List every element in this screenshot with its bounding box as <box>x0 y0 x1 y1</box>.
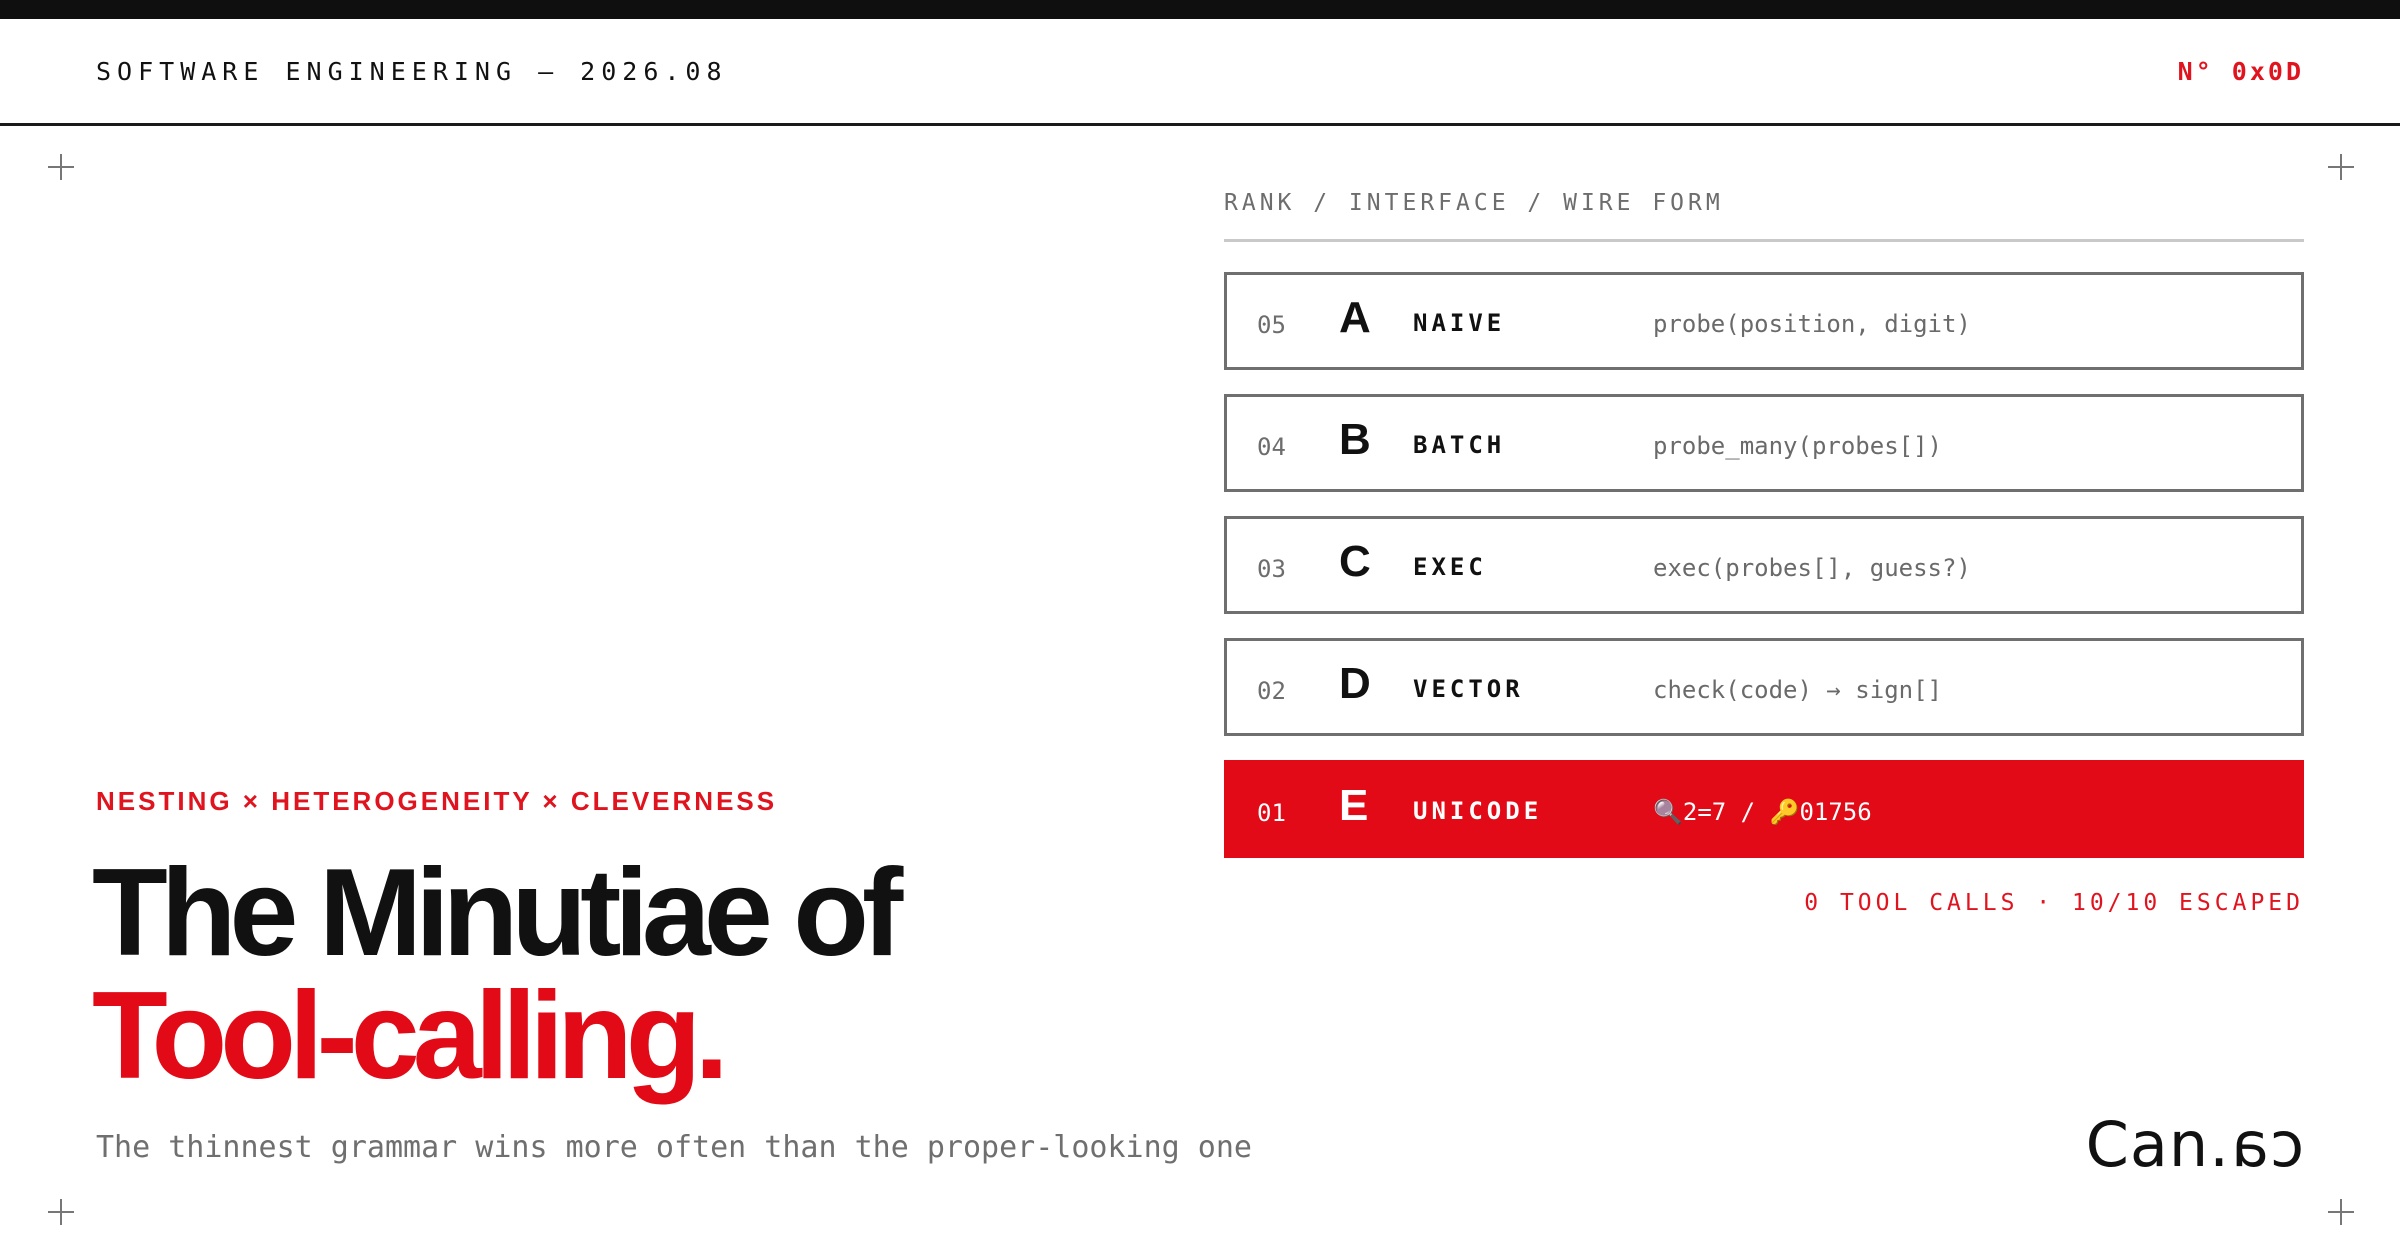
row-interface: NAIVE <box>1413 309 1506 337</box>
row-rank: 02 <box>1257 677 1286 705</box>
hero-kicker: NESTING × HETEROGENEITY × CLEVERNESS <box>96 786 778 816</box>
row-rank: 03 <box>1257 555 1286 583</box>
row-interface: UNICODE <box>1413 797 1543 825</box>
row-letter: D <box>1339 659 1371 708</box>
row-interface: BATCH <box>1413 431 1506 459</box>
issue-number: N° 0x0D <box>2177 57 2304 86</box>
row-wire-form: exec(probes[], guess?) <box>1653 554 1971 582</box>
corner-crosshair-icon <box>48 154 74 180</box>
row-rank: 05 <box>1257 311 1286 339</box>
row-interface: VECTOR <box>1413 675 1524 703</box>
logo-text-left: Can. <box>2085 1108 2230 1181</box>
hero-title-line1: The Minutiae of <box>92 844 903 982</box>
hero-title-line2: Tool-calling. <box>92 967 729 1105</box>
corner-crosshair-icon <box>2328 1199 2354 1225</box>
ranking-row-winner: 01 E UNICODE 🔍2=7 / 🔑01756 <box>1224 760 2304 858</box>
brand-logo: Can.ca <box>2086 1108 2304 1181</box>
row-wire-form: 🔍2=7 / 🔑01756 <box>1653 798 1872 826</box>
ranking-row: 04 B BATCH probe_many(probes[]) <box>1224 394 2304 492</box>
ranking-row: 03 C EXEC exec(probes[], guess?) <box>1224 516 2304 614</box>
corner-crosshair-icon <box>2328 154 2354 180</box>
row-letter: B <box>1339 415 1371 464</box>
row-rank: 04 <box>1257 433 1286 461</box>
top-black-bar <box>0 0 2400 19</box>
issue-label: SOFTWARE ENGINEERING — 2026.08 <box>96 57 728 86</box>
header-bar: SOFTWARE ENGINEERING — 2026.08 N° 0x0D <box>0 19 2400 126</box>
corner-crosshair-icon <box>48 1199 74 1225</box>
row-wire-form: check(code) → sign[] <box>1653 676 1942 704</box>
hero-subtitle: The thinnest grammar wins more often tha… <box>96 1130 1252 1165</box>
row-rank: 01 <box>1257 799 1286 827</box>
ranking-row: 05 A NAIVE probe(position, digit) <box>1224 272 2304 370</box>
row-wire-form: probe(position, digit) <box>1653 310 1971 338</box>
row-letter: C <box>1339 537 1371 586</box>
ranking-column-header: RANK / INTERFACE / WIRE FORM <box>1224 190 2304 242</box>
logo-text-mirrored: ca <box>2229 1108 2304 1181</box>
ranking-row: 02 D VECTOR check(code) → sign[] <box>1224 638 2304 736</box>
row-letter: E <box>1339 781 1369 830</box>
row-letter: A <box>1339 293 1371 342</box>
row-interface: EXEC <box>1413 553 1487 581</box>
ranking-summary: 0 TOOL CALLS · 10/10 ESCAPED <box>1804 890 2304 916</box>
row-wire-form: probe_many(probes[]) <box>1653 432 1942 460</box>
